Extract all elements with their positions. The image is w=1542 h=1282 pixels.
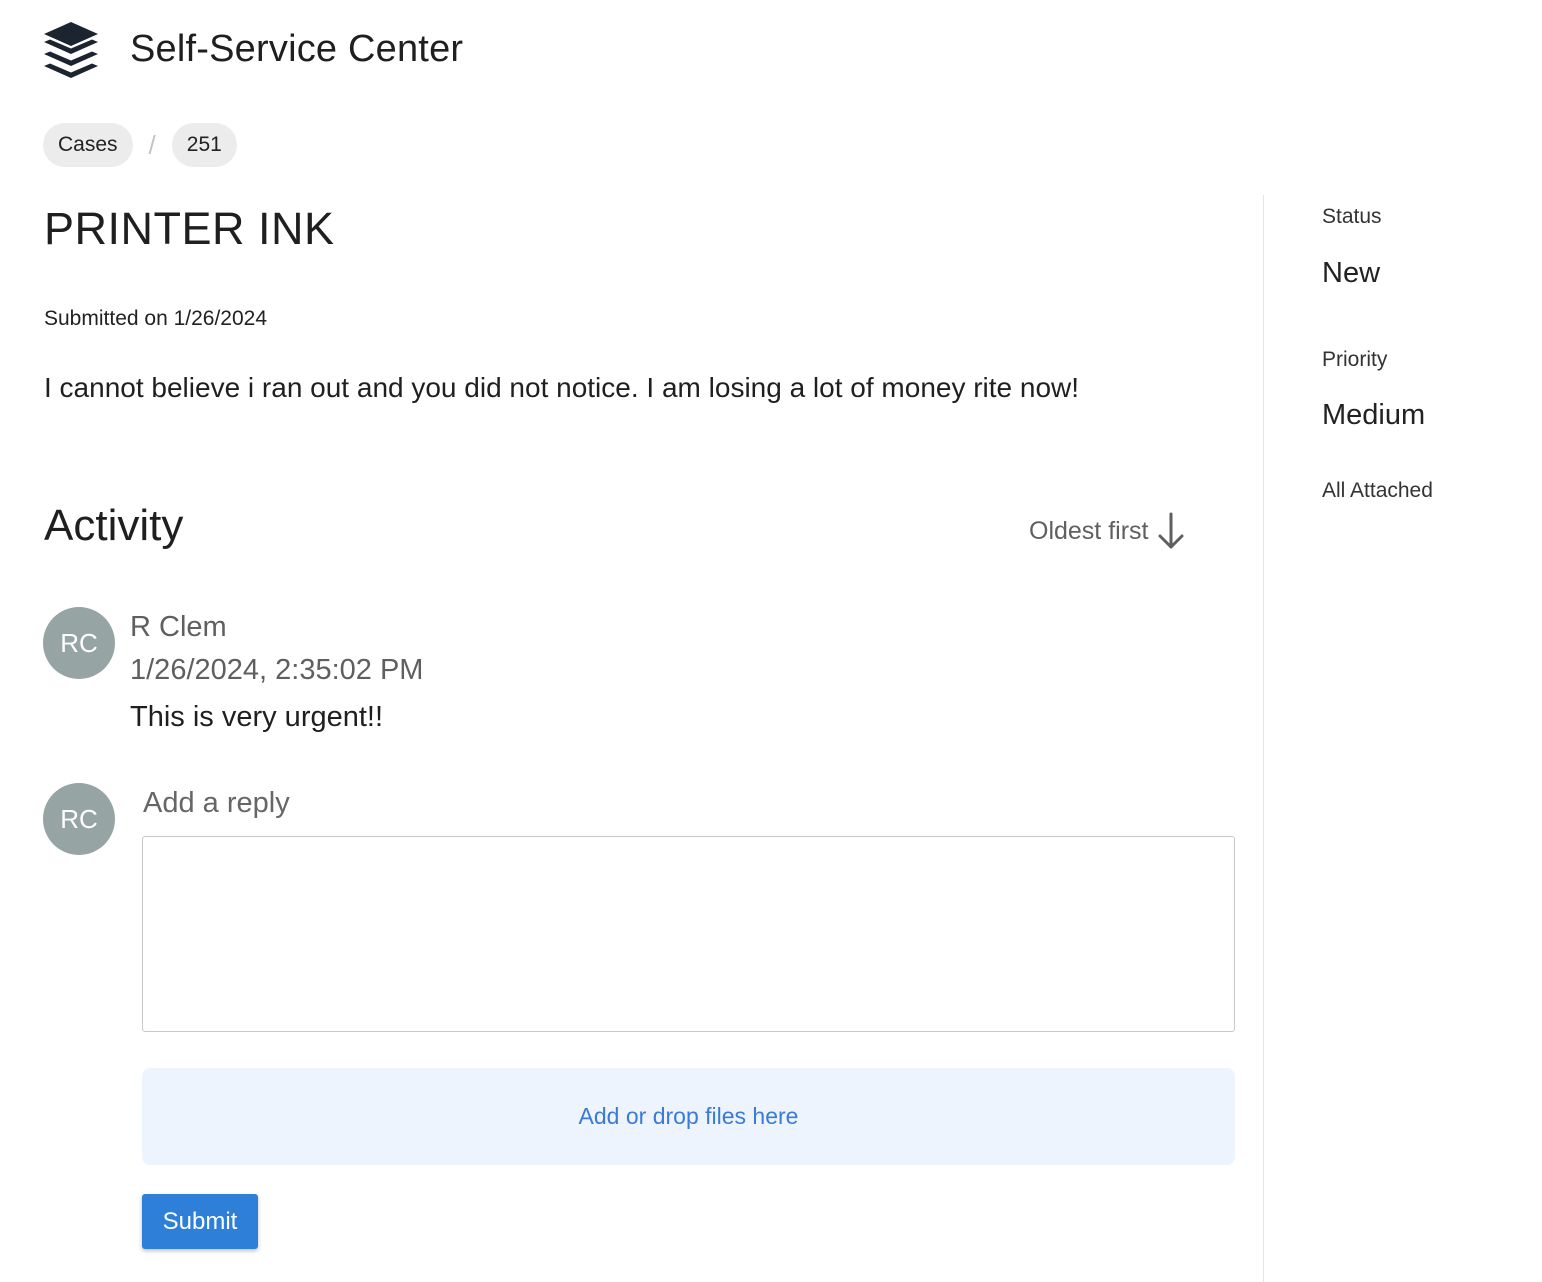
stack-layers-icon[interactable] <box>42 20 100 78</box>
dropzone-label: Add or drop files here <box>578 1103 799 1129</box>
breadcrumb-separator: / <box>148 129 156 160</box>
comment-timestamp: 1/26/2024, 2:35:02 PM <box>130 654 424 686</box>
activity-heading: Activity <box>44 501 184 550</box>
reply-textarea[interactable] <box>142 836 1235 1032</box>
sort-order-toggle[interactable]: Oldest first <box>1029 511 1186 551</box>
status-value: New <box>1322 257 1381 289</box>
submit-button[interactable]: Submit <box>142 1194 258 1249</box>
comment-author: R Clem <box>130 611 227 643</box>
submitted-date: Submitted on 1/26/2024 <box>44 307 268 330</box>
breadcrumb-case-number[interactable]: 251 <box>171 123 237 167</box>
sidebar-divider <box>1263 195 1264 1282</box>
attachments-label: All Attached <box>1322 479 1433 502</box>
sort-order-label: Oldest first <box>1029 516 1149 545</box>
case-description: I cannot believe i ran out and you did n… <box>44 372 1080 403</box>
app-header: Self-Service Center <box>42 18 463 80</box>
arrow-down-icon <box>1158 512 1184 549</box>
comment-body: This is very urgent!! <box>130 701 384 733</box>
breadcrumb: Cases / 251 <box>43 123 237 167</box>
priority-label: Priority <box>1322 348 1388 371</box>
priority-value: Medium <box>1322 399 1426 431</box>
file-dropzone[interactable]: Add or drop files here <box>142 1068 1235 1165</box>
breadcrumb-cases[interactable]: Cases <box>43 123 133 167</box>
reply-avatar: RC <box>43 783 115 855</box>
status-label: Status <box>1322 205 1382 228</box>
app-title: Self-Service Center <box>130 27 464 70</box>
case-title: PRINTER INK <box>44 203 335 254</box>
comment-avatar: RC <box>43 607 115 679</box>
reply-label: Add a reply <box>143 787 290 819</box>
